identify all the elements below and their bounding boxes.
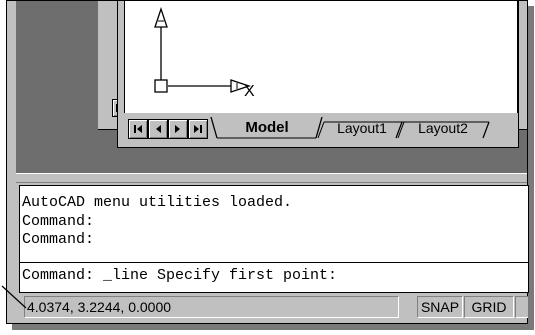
splitter-bar[interactable] [16, 173, 527, 183]
command-prompt[interactable]: Command: _line Specify first point: [22, 267, 528, 285]
tab-layout2[interactable]: Layout2 [407, 117, 479, 139]
tab-layout1[interactable]: Layout1 [327, 117, 397, 139]
tab-model[interactable]: Model [222, 117, 312, 139]
history-line: Command: [22, 212, 95, 230]
history-line: AutoCAD menu utilities loaded. [22, 194, 293, 211]
grid-toggle[interactable]: GRID [464, 296, 514, 318]
snap-toggle[interactable]: SNAP [417, 296, 463, 318]
status-bar: 4.0374, 3.2244, 0.0000 SNAP GRID [16, 294, 528, 320]
drawing-window: X Model Layout1 Layout2 [117, 1, 519, 148]
command-separator [20, 262, 528, 263]
callout-leader-line [1, 285, 27, 309]
x-axis-label: X [244, 83, 255, 100]
command-history: AutoCAD menu utilities loaded. Command: Co… [22, 194, 528, 250]
coordinate-display[interactable]: 4.0374, 3.2244, 0.0000 [24, 296, 399, 318]
mdi-workspace: X Model Layout1 Layout2 [16, 1, 528, 173]
drawing-area[interactable]: X [124, 1, 518, 113]
layout-tab-strip: Model Layout1 Layout2 [124, 117, 518, 139]
autocad-window: X Model Layout1 Layout2 AutoCAD menu uti… [6, 0, 529, 324]
history-line: Command: [22, 231, 95, 248]
command-window[interactable]: AutoCAD menu utilities loaded. Command: Co… [19, 185, 529, 293]
status-cell-cutoff[interactable] [515, 296, 528, 318]
